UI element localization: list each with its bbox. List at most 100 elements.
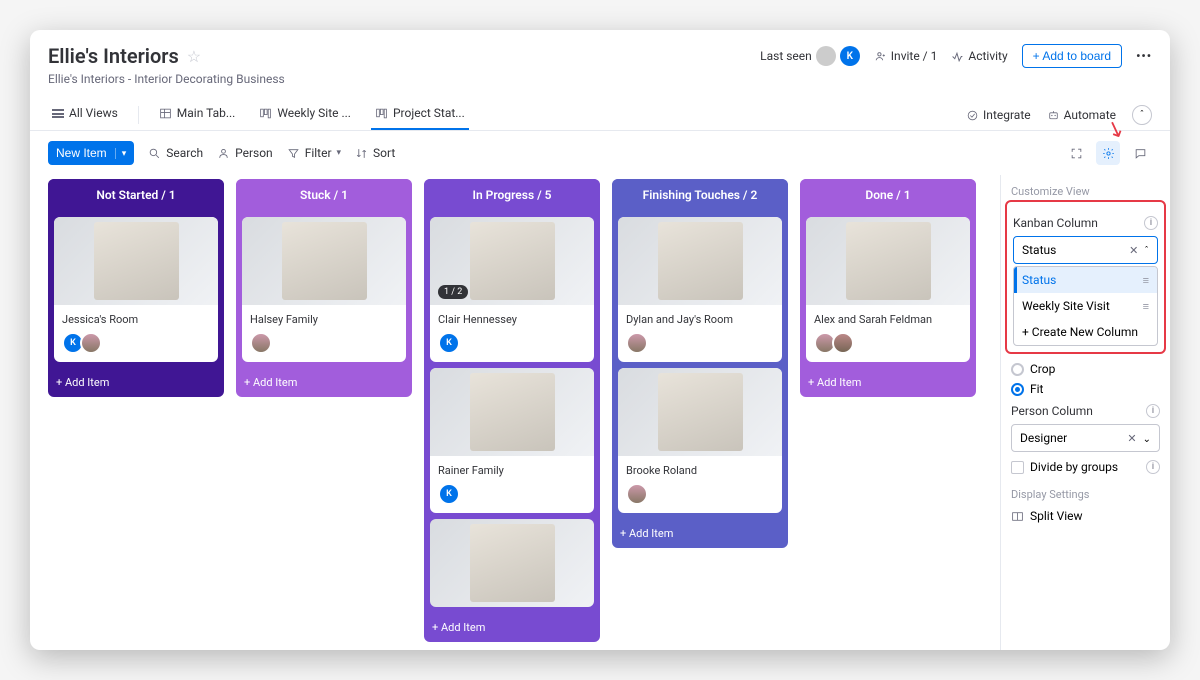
kanban-card[interactable]: Alex and Sarah Feldman (806, 217, 970, 362)
integrate-button[interactable]: Integrate (966, 108, 1031, 122)
card-avatars: K (430, 483, 594, 513)
person-filter-button[interactable]: Person (217, 146, 273, 160)
crop-radio[interactable]: Crop (1011, 362, 1160, 376)
kanban-card[interactable]: Jessica's RoomK (54, 217, 218, 362)
kanban-card[interactable]: Halsey Family (242, 217, 406, 362)
info-icon[interactable]: i (1146, 460, 1160, 474)
kanban-column: Stuck / 1 Halsey Family + Add Item (236, 179, 412, 397)
column-header[interactable]: Done / 1 (800, 179, 976, 211)
dropdown-item-create[interactable]: + Create New Column (1014, 319, 1157, 345)
filter-icon (287, 147, 300, 160)
avatar[interactable] (832, 332, 854, 354)
avatar[interactable] (626, 332, 648, 354)
clear-icon[interactable]: ✕ (1129, 244, 1138, 257)
add-item-button[interactable]: + Add Item (48, 368, 224, 397)
chevron-up-icon[interactable]: ˆ (1144, 246, 1149, 257)
card-image (430, 519, 594, 607)
avatar[interactable]: K (840, 46, 860, 66)
column-header[interactable]: Finishing Touches / 2 (612, 179, 788, 211)
dropdown-item-label: Weekly Site Visit (1022, 299, 1110, 313)
robot-icon (1047, 109, 1060, 122)
person-add-icon (874, 50, 887, 63)
dropdown-item-status[interactable]: Status ≡ (1014, 267, 1157, 293)
person-icon (217, 147, 230, 160)
activity-button[interactable]: Activity (951, 49, 1007, 63)
fit-label: Fit (1030, 382, 1043, 396)
column-header[interactable]: Stuck / 1 (236, 179, 412, 211)
chevron-down-icon: ▾ (337, 148, 342, 158)
add-item-button[interactable]: + Add Item (800, 368, 976, 397)
card-title: Alex and Sarah Feldman (806, 305, 970, 332)
person-column-value: Designer (1020, 431, 1067, 445)
avatar[interactable] (816, 46, 836, 66)
dropdown-item-weekly[interactable]: Weekly Site Visit ≡ (1014, 293, 1157, 319)
info-icon[interactable]: i (1144, 216, 1158, 230)
kanban-card[interactable]: Rainer FamilyK (430, 368, 594, 513)
avatar[interactable] (626, 483, 648, 505)
info-icon[interactable]: i (1146, 404, 1160, 418)
search-icon (148, 147, 161, 160)
kanban-column: Finishing Touches / 2 Dylan and Jay's Roo… (612, 179, 788, 548)
kanban-column-dropdown: Status ≡ Weekly Site Visit ≡ + Create Ne… (1013, 266, 1158, 346)
board-subtitle: Ellie's Interiors - Interior Decorating … (48, 72, 1152, 86)
last-seen-label: Last seen (760, 49, 812, 63)
split-view-button[interactable]: Split View (1011, 509, 1160, 523)
list-icon: ≡ (1143, 300, 1149, 313)
customize-view-sidebar: Customize View Kanban Column i Status ✕ ˆ… (1000, 175, 1170, 650)
kanban-icon (375, 107, 388, 120)
card-title: Rainer Family (430, 456, 594, 483)
avatar[interactable]: K (438, 332, 460, 354)
customize-view-heading: Customize View (1011, 185, 1160, 198)
avatar[interactable]: K (438, 483, 460, 505)
kanban-column-label: Kanban Column (1013, 216, 1098, 230)
filter-button[interactable]: Filter ▾ (287, 146, 341, 160)
add-to-board-button[interactable]: + Add to board (1022, 44, 1122, 68)
kanban-column-value: Status (1022, 243, 1056, 257)
chevron-down-icon[interactable]: ⌄ (1143, 434, 1151, 445)
dropdown-item-label: Status (1022, 273, 1056, 287)
person-label: Person (235, 146, 273, 160)
kanban-column-select[interactable]: Status ✕ ˆ (1013, 236, 1158, 264)
add-item-button[interactable]: + Add Item (612, 519, 788, 548)
comments-button[interactable] (1128, 141, 1152, 165)
card-title: Brooke Roland (618, 456, 782, 483)
settings-button[interactable] (1096, 141, 1120, 165)
person-column-select[interactable]: Designer ✕ ⌄ (1011, 424, 1160, 452)
divide-groups-checkbox[interactable]: Divide by groups i (1011, 460, 1160, 474)
kanban-card[interactable]: 1 / 2Clair HennesseyK (430, 217, 594, 362)
avatar[interactable] (250, 332, 272, 354)
annotation-highlight: Kanban Column i Status ✕ ˆ Status ≡ Weekl… (1005, 200, 1166, 354)
invite-button[interactable]: Invite / 1 (874, 49, 938, 63)
column-header[interactable]: Not Started / 1 (48, 179, 224, 211)
sort-icon (355, 147, 368, 160)
kanban-card[interactable]: Brooke Roland (618, 368, 782, 513)
fullscreen-button[interactable] (1064, 141, 1088, 165)
collapse-views-button[interactable]: ˆ (1132, 105, 1152, 125)
search-button[interactable]: Search (148, 146, 203, 160)
add-item-button[interactable]: + Add Item (424, 613, 600, 642)
chevron-down-icon[interactable]: ▾ (115, 148, 127, 159)
new-item-button[interactable]: New Item ▾ (48, 141, 134, 165)
kanban-card[interactable]: Dylan and Jay's Room (618, 217, 782, 362)
column-header[interactable]: In Progress / 5 (424, 179, 600, 211)
kanban-board[interactable]: Not Started / 1 Jessica's RoomK + Add Item… (30, 175, 1000, 650)
sort-button[interactable]: Sort (355, 146, 395, 160)
gear-icon (1102, 147, 1115, 160)
view-tab-project[interactable]: Project Stat... (371, 100, 469, 130)
card-avatars (618, 332, 782, 362)
more-menu-icon[interactable]: ••• (1136, 49, 1152, 63)
star-icon[interactable]: ☆ (187, 47, 201, 66)
last-seen: Last seen K (760, 46, 860, 66)
avatar[interactable] (80, 332, 102, 354)
kanban-card[interactable] (430, 519, 594, 607)
automate-button[interactable]: Automate (1047, 108, 1116, 122)
all-views-button[interactable]: All Views (48, 100, 122, 130)
view-tab-main[interactable]: Main Tab... (155, 100, 240, 130)
display-settings-heading: Display Settings (1011, 488, 1160, 501)
card-image (430, 368, 594, 456)
add-item-button[interactable]: + Add Item (236, 368, 412, 397)
view-tab-weekly[interactable]: Weekly Site ... (255, 100, 355, 130)
expand-icon (1070, 147, 1083, 160)
fit-radio[interactable]: Fit (1011, 382, 1160, 396)
clear-icon[interactable]: ✕ (1127, 432, 1136, 445)
